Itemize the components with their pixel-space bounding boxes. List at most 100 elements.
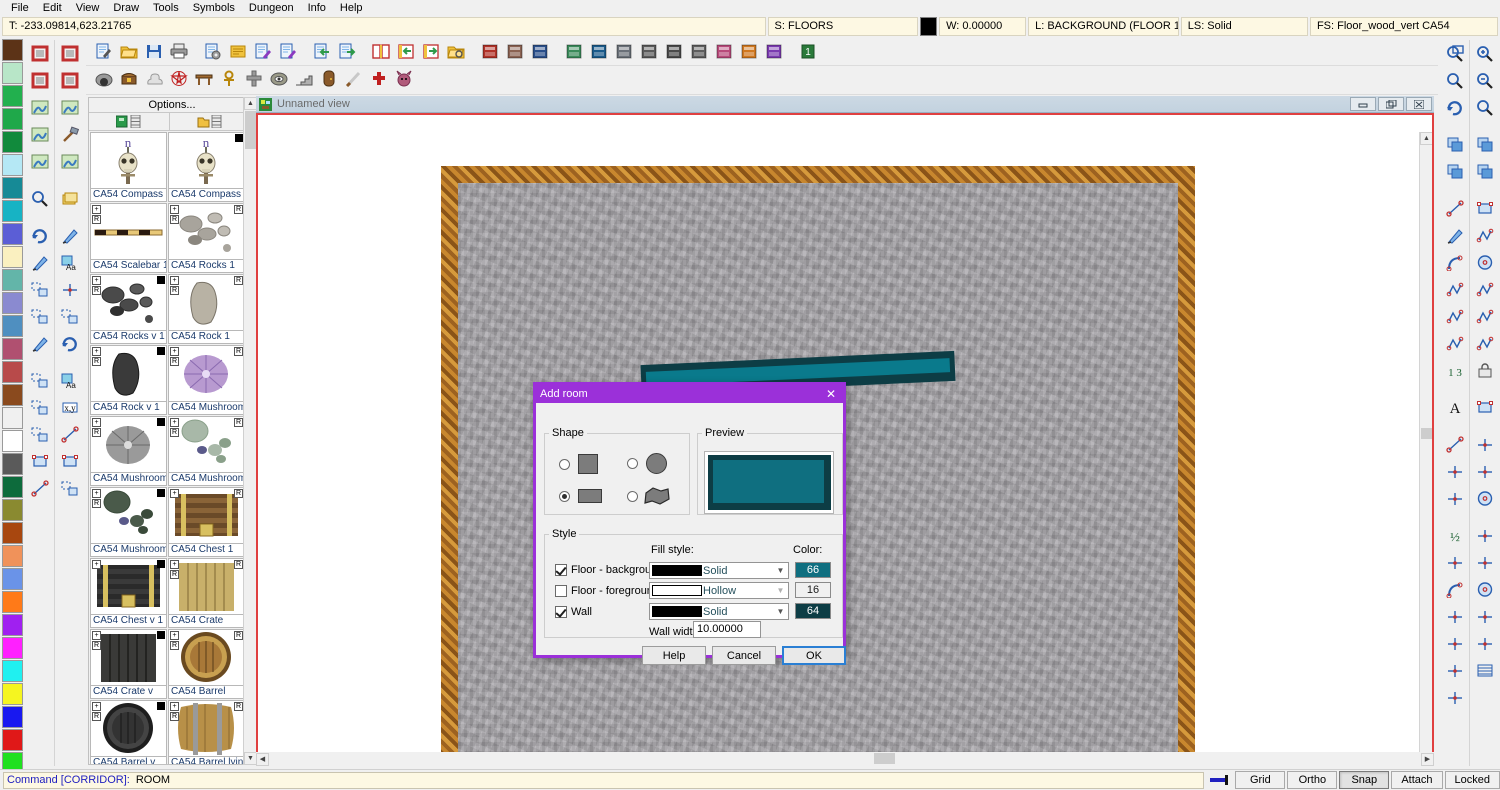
table-icon[interactable] (192, 67, 216, 90)
menu-help[interactable]: Help (333, 0, 370, 16)
status-toggle-attach[interactable]: Attach (1391, 771, 1443, 789)
dim-angle-icon[interactable] (1441, 458, 1468, 484)
window-grid-icon[interactable] (56, 67, 83, 93)
rectangle-icon[interactable] (1471, 195, 1498, 221)
close-icon[interactable]: ✕ (823, 386, 839, 402)
chest-icon[interactable] (117, 67, 141, 90)
chevron-down-icon[interactable]: ▼ (773, 563, 788, 578)
send-to-back-icon[interactable] (1441, 158, 1468, 184)
wall-width-input[interactable]: 10.00000 (693, 621, 761, 638)
dit-purple-icon[interactable] (762, 40, 786, 63)
palette-color-30[interactable] (1, 729, 23, 751)
palette-color-5[interactable] (1, 154, 23, 176)
dialog-title-bar[interactable]: Add room ✕ (536, 385, 843, 403)
canvas-vscroll-thumb[interactable] (1421, 428, 1432, 439)
coord-sheet-field[interactable]: S: FLOORS (767, 17, 919, 36)
xy-coords-icon[interactable]: x,y (56, 394, 83, 420)
file-settings-icon[interactable] (201, 40, 225, 63)
menu-symbols[interactable]: Symbols (186, 0, 242, 16)
status-toggle-locked[interactable]: Locked (1444, 771, 1500, 789)
chevron-down-icon[interactable]: ▼ (773, 604, 788, 619)
copy-rotate-icon[interactable] (26, 303, 53, 329)
stairs-icon[interactable] (292, 67, 316, 90)
break-icon[interactable] (26, 421, 53, 447)
polygon-icon[interactable] (1471, 222, 1498, 248)
smoke-icon[interactable] (142, 67, 166, 90)
menu-info[interactable]: Info (301, 0, 333, 16)
catalog-symbol[interactable]: + CA54 Chest v 1 (90, 558, 167, 628)
palette-color-17[interactable] (1, 430, 23, 452)
node-edit-icon[interactable] (26, 367, 53, 393)
coord-fillstyle-field[interactable]: FS: Floor_wood_vert CA54 (1309, 17, 1498, 36)
palette-color-10[interactable] (1, 269, 23, 291)
zoom-prev-icon[interactable] (1471, 94, 1498, 120)
square-nodes-icon[interactable] (1471, 549, 1498, 575)
dim-edit-icon[interactable] (1441, 485, 1468, 511)
catalog-symbol[interactable]: + R CA54 Barrel v (90, 700, 167, 764)
catalog-symbol[interactable]: + R R CA54 Rocks 1 (168, 203, 245, 273)
cave-icon[interactable] (92, 67, 116, 90)
canvas-scroll-up-arrow[interactable]: ▲ (1420, 132, 1432, 145)
parallel-icon[interactable] (1471, 522, 1498, 548)
save-file-icon[interactable] (142, 40, 166, 63)
coa3-blue-icon[interactable] (587, 40, 611, 63)
note-icon[interactable] (226, 40, 250, 63)
redraw-icon[interactable] (1441, 94, 1468, 120)
status-toggle-grid[interactable]: Grid (1235, 771, 1286, 789)
palette-color-20[interactable] (1, 499, 23, 521)
palette-color-11[interactable] (1, 292, 23, 314)
blob-icon[interactable] (1471, 303, 1498, 329)
star-icon[interactable] (1471, 330, 1498, 356)
ss6-gray-icon[interactable] (687, 40, 711, 63)
edit-text-icon[interactable] (251, 40, 275, 63)
jump-icon[interactable] (56, 330, 83, 356)
align-icon[interactable] (56, 276, 83, 302)
import-icon[interactable] (310, 40, 334, 63)
corner-wall-icon[interactable] (26, 67, 53, 93)
door-icon[interactable] (317, 67, 341, 90)
zoom-extents-icon[interactable] (1441, 67, 1468, 93)
palette-color-9[interactable] (1, 246, 23, 268)
arc-icon[interactable] (1441, 249, 1468, 275)
catalog-scroll-thumb[interactable] (245, 111, 256, 149)
box-node-icon[interactable] (56, 448, 83, 474)
palette-color-23[interactable] (1, 568, 23, 590)
bring-to-front-icon[interactable] (1441, 131, 1468, 157)
hatch-icon[interactable] (1471, 657, 1498, 683)
new-symbol-icon[interactable] (89, 113, 170, 130)
canvas-horizontal-scrollbar[interactable]: ◀ ▶ (256, 752, 1434, 766)
lock-icon[interactable] (1471, 357, 1498, 383)
edit-drawing-icon[interactable] (276, 40, 300, 63)
palette-color-29[interactable] (1, 706, 23, 728)
eraser-icon[interactable] (26, 249, 53, 275)
sword-icon[interactable] (342, 67, 366, 90)
catalog-options-button[interactable]: Options... (89, 98, 255, 113)
menu-file[interactable]: File (4, 0, 36, 16)
palette-color-18[interactable] (1, 453, 23, 475)
explode-icon[interactable] (26, 330, 53, 356)
dim-diag-icon[interactable] (1471, 431, 1498, 457)
sheet-1-icon[interactable]: 1 (796, 40, 820, 63)
next-sheet-icon[interactable] (419, 40, 443, 63)
current-color-swatch[interactable] (920, 17, 938, 36)
prev-sheet-icon[interactable] (394, 40, 418, 63)
catalog-symbol[interactable]: +R CA54 Mushrooms v (90, 487, 167, 557)
fraction-icon[interactable]: ½ (1441, 522, 1468, 548)
open-file-icon[interactable] (117, 40, 141, 63)
text-box-icon[interactable] (1471, 394, 1498, 420)
offset-mirror-icon[interactable] (1471, 603, 1498, 629)
text-icon[interactable]: A (1441, 394, 1468, 420)
catalog-symbol[interactable]: + R R CA54 Mushroom (168, 345, 245, 415)
view-restore-button[interactable] (1378, 97, 1404, 111)
move-back-icon[interactable] (1471, 158, 1498, 184)
offset-tool-icon[interactable] (1441, 603, 1468, 629)
menu-view[interactable]: View (69, 0, 107, 16)
poly-closed-icon[interactable] (1471, 276, 1498, 302)
two-boxes-icon[interactable] (1441, 684, 1468, 710)
zoom-out-icon[interactable] (1471, 67, 1498, 93)
ankh-icon[interactable] (217, 67, 241, 90)
wall-fillstyle-combo[interactable]: Solid ▼ (649, 603, 789, 620)
dim-circle-icon[interactable] (1471, 485, 1498, 511)
target-icon[interactable] (1471, 576, 1498, 602)
menu-edit[interactable]: Edit (36, 0, 69, 16)
